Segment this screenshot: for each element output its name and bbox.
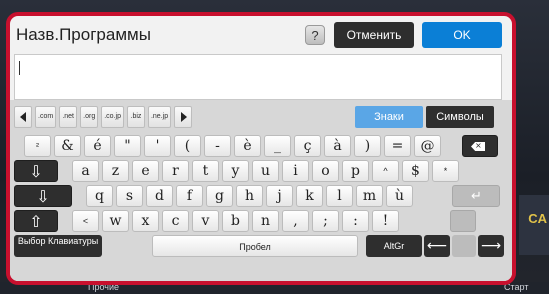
ok-button[interactable]: OK: [422, 22, 502, 48]
keyboard-select-button[interactable]: Выбор Клавиатуры: [14, 235, 102, 257]
key[interactable]: è: [234, 135, 261, 157]
backspace-x-mark: ×: [475, 141, 482, 150]
key[interactable]: ': [144, 135, 171, 157]
key[interactable]: =: [384, 135, 411, 157]
text-input-field[interactable]: [14, 54, 502, 100]
key[interactable]: j: [266, 185, 293, 207]
key[interactable]: ": [114, 135, 141, 157]
caps-lock-key[interactable]: ⇩: [14, 160, 58, 182]
key[interactable]: p: [342, 160, 369, 182]
domain-key[interactable]: .org: [80, 106, 99, 128]
key[interactable]: w: [102, 210, 129, 232]
altgr-key[interactable]: AltGr: [366, 235, 422, 257]
enter-key[interactable]: ↵: [452, 185, 500, 207]
key[interactable]: x: [132, 210, 159, 232]
key[interactable]: à: [324, 135, 351, 157]
key[interactable]: l: [326, 185, 353, 207]
cursor-left-key[interactable]: ⟵: [424, 235, 450, 257]
dialog-title: Назв.Программы: [16, 25, 151, 44]
arrow-left-icon: ⟵: [426, 238, 448, 254]
key[interactable]: y: [222, 160, 249, 182]
key[interactable]: d: [146, 185, 173, 207]
arrow-left-icon: [20, 112, 26, 122]
domain-scroll-right-button[interactable]: [174, 106, 193, 128]
soft-keyboard-dialog: Назв.Программы ? Отменить OK .com .net .…: [6, 12, 516, 285]
key[interactable]: ç: [294, 135, 321, 157]
key[interactable]: k: [296, 185, 323, 207]
domain-key[interactable]: .ne.jp: [147, 106, 172, 128]
arrow-right-icon: [181, 112, 188, 122]
domain-key-row: .com .net .org .co.jp .biz .ne.jp: [14, 106, 193, 128]
key[interactable]: z: [102, 160, 129, 182]
shift-key[interactable]: ⇧: [14, 210, 58, 232]
key[interactable]: c: [162, 210, 189, 232]
arrow-down-outline-icon: ⇩: [36, 187, 50, 206]
enter-icon: ↵: [471, 189, 482, 204]
cursor-right-key[interactable]: ⟶: [478, 235, 504, 257]
key[interactable]: a: [72, 160, 99, 182]
tab-characters[interactable]: Знаки: [355, 106, 423, 128]
shift-lock-key[interactable]: ⇩: [14, 185, 72, 207]
key[interactable]: o: [312, 160, 339, 182]
text-caret: [19, 61, 20, 75]
key[interactable]: $: [402, 160, 429, 182]
domain-scroll-left-button[interactable]: [14, 106, 32, 128]
keyboard-area: .com .net .org .co.jp .biz .ne.jp Знаки …: [10, 100, 512, 281]
key[interactable]: ù: [386, 185, 413, 207]
key[interactable]: !: [372, 210, 399, 232]
key[interactable]: n: [252, 210, 279, 232]
key[interactable]: q: [86, 185, 113, 207]
key[interactable]: f: [176, 185, 203, 207]
tab-symbols[interactable]: Символы: [426, 106, 494, 128]
key[interactable]: v: [192, 210, 219, 232]
key[interactable]: t: [192, 160, 219, 182]
help-button[interactable]: ?: [305, 25, 325, 45]
key[interactable]: &: [54, 135, 81, 157]
arrow-right-icon: ⟶: [480, 238, 502, 254]
key[interactable]: s: [116, 185, 143, 207]
key[interactable]: m: [356, 185, 383, 207]
key[interactable]: é: [84, 135, 111, 157]
key[interactable]: ): [354, 135, 381, 157]
key[interactable]: g: [206, 185, 233, 207]
key[interactable]: ,: [282, 210, 309, 232]
key[interactable]: -: [204, 135, 231, 157]
key[interactable]: u: [252, 160, 279, 182]
key[interactable]: *: [432, 160, 459, 182]
key[interactable]: r: [162, 160, 189, 182]
key[interactable]: _: [264, 135, 291, 157]
key[interactable]: ²: [24, 135, 51, 157]
key[interactable]: i: [282, 160, 309, 182]
key[interactable]: (: [174, 135, 201, 157]
background-panel-fragment: CA: [519, 195, 549, 255]
key[interactable]: <: [72, 210, 99, 232]
key[interactable]: ^: [372, 160, 399, 182]
domain-key[interactable]: .biz: [126, 106, 145, 128]
domain-key[interactable]: .co.jp: [101, 106, 124, 128]
key[interactable]: b: [222, 210, 249, 232]
domain-key[interactable]: .net: [59, 106, 78, 128]
key[interactable]: @: [414, 135, 441, 157]
backspace-key[interactable]: ×: [462, 135, 498, 157]
arrow-down-outline-icon: ⇩: [29, 162, 43, 181]
background-text-fragment: CA: [528, 211, 547, 226]
key[interactable]: e: [132, 160, 159, 182]
cancel-button[interactable]: Отменить: [334, 22, 414, 48]
key[interactable]: :: [342, 210, 369, 232]
space-key[interactable]: Пробел: [152, 235, 358, 257]
key[interactable]: h: [236, 185, 263, 207]
disabled-key: [450, 210, 476, 232]
key[interactable]: ;: [312, 210, 339, 232]
shift-icon: ⇧: [29, 212, 43, 231]
domain-key[interactable]: .com: [35, 106, 57, 128]
disabled-key: [452, 235, 476, 257]
